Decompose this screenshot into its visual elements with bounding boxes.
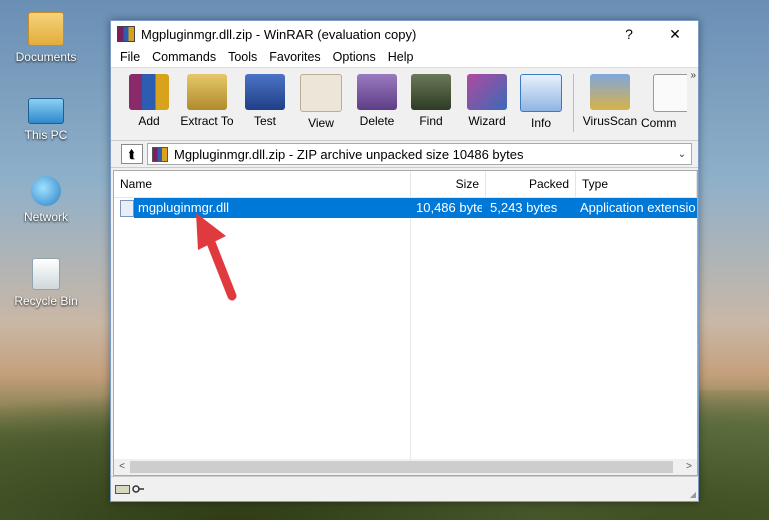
up-arrow-icon: ⮬ [128,146,136,161]
toolbar-label: Add [138,114,160,128]
scroll-left-button[interactable]: < [114,459,130,475]
extract-icon [187,74,227,110]
toolbar-label: Test [253,114,276,128]
window-title: Mgpluginmgr.dll.zip - WinRAR (evaluation… [141,26,417,42]
scroll-thumb[interactable] [130,461,673,473]
table-row[interactable]: mgpluginmgr.dll 10,486 byte 5,243 bytes … [114,198,697,218]
toolbar-more-button[interactable]: » [690,70,696,81]
archive-path-field[interactable]: Mgpluginmgr.dll.zip - ZIP archive unpack… [147,143,692,165]
file-type-cell: Application extensio [580,200,696,215]
recycle-bin-icon [32,258,60,290]
archive-icon [152,146,168,162]
folder-icon [28,12,64,46]
toolbar-label: Find [419,114,443,128]
toolbar-separator [573,74,574,132]
close-button[interactable]: ✕ [652,21,698,47]
column-header-size[interactable]: Size [411,171,486,197]
desktop-icon-recycle-bin[interactable]: Recycle Bin [8,258,84,308]
desktop-icon-this-pc[interactable]: This PC [8,92,84,142]
desktop-icon-network[interactable]: Network [8,176,84,224]
toolbar: Add Extract To Test View Delete Find Wiz… [111,68,698,141]
extract-to-button[interactable]: Extract To [179,74,235,128]
menu-options[interactable]: Options [328,50,383,64]
resize-grip-icon[interactable]: ◢ [690,490,696,499]
toolbar-label: View [308,116,334,130]
file-packed-cell: 5,243 bytes [490,200,558,215]
toolbar-label: Delete [359,114,395,128]
title-bar[interactable]: Mgpluginmgr.dll.zip - WinRAR (evaluation… [111,21,698,47]
virusscan-icon [590,74,630,110]
column-header-packed[interactable]: Packed [486,171,576,197]
test-button[interactable]: Test [237,74,293,128]
dll-file-icon [120,200,134,217]
menu-file[interactable]: File [115,50,147,64]
view-glasses-icon [300,74,342,112]
info-icon [520,74,562,112]
comment-icon [653,74,687,112]
desktop-icon-documents[interactable]: Documents [8,12,84,64]
menu-tools[interactable]: Tools [223,50,264,64]
menu-commands[interactable]: Commands [147,50,223,64]
scroll-right-button[interactable]: > [681,459,697,475]
archive-path-text: Mgpluginmgr.dll.zip - ZIP archive unpack… [174,146,524,162]
column-header-type[interactable]: Type [576,171,697,197]
desktop-icon-label: Recycle Bin [14,294,78,308]
find-button[interactable]: Find [403,74,459,128]
status-bar: ◢ [111,476,698,501]
desktop-icon-label: Network [23,210,68,224]
toolbar-label: Comm [641,116,677,130]
file-list: Name ⌃ Size Packed Type mgpluginmgr.dll … [113,170,698,476]
toolbar-label: Extract To [180,114,234,128]
delete-icon [357,74,397,110]
network-icon [31,176,61,206]
delete-button[interactable]: Delete [349,74,405,128]
winrar-app-icon [117,26,135,42]
file-name-cell: mgpluginmgr.dll [138,200,230,215]
desktop-icon-label: This PC [24,128,68,142]
add-archive-icon [129,74,169,110]
virusscan-button[interactable]: VirusScan [579,74,641,128]
horizontal-scrollbar[interactable]: < > [114,459,697,475]
add-button[interactable]: Add [121,74,177,128]
menu-bar: File Commands Tools Favorites Options He… [111,47,698,68]
column-headers: Name ⌃ Size Packed Type [114,171,697,198]
wizard-icon [467,74,507,110]
up-folder-button[interactable]: ⮬ [121,144,143,164]
view-button[interactable]: View [293,74,349,130]
column-divider [410,197,411,459]
menu-favorites[interactable]: Favorites [264,50,327,64]
wizard-button[interactable]: Wizard [459,74,515,128]
file-size-cell: 10,486 byte [416,200,482,215]
address-bar: ⮬ Mgpluginmgr.dll.zip - ZIP archive unpa… [111,141,698,168]
find-binoculars-icon [411,74,451,110]
toolbar-label: Wizard [468,114,506,128]
sort-indicator-icon: ⌃ [259,170,267,177]
help-button[interactable]: ? [606,21,652,47]
computer-icon [28,98,64,124]
toolbar-label: Info [530,116,551,130]
toolbar-label: VirusScan [582,114,638,128]
winrar-window: Mgpluginmgr.dll.zip - WinRAR (evaluation… [110,20,699,502]
menu-help[interactable]: Help [383,50,421,64]
test-icon [245,74,285,110]
desktop-icon-label: Documents [15,50,77,64]
chevron-down-icon[interactable]: ⌄ [673,149,691,160]
info-button[interactable]: Info [513,74,569,130]
drive-key-icon [115,485,144,494]
comment-button[interactable]: Comm [641,74,687,130]
